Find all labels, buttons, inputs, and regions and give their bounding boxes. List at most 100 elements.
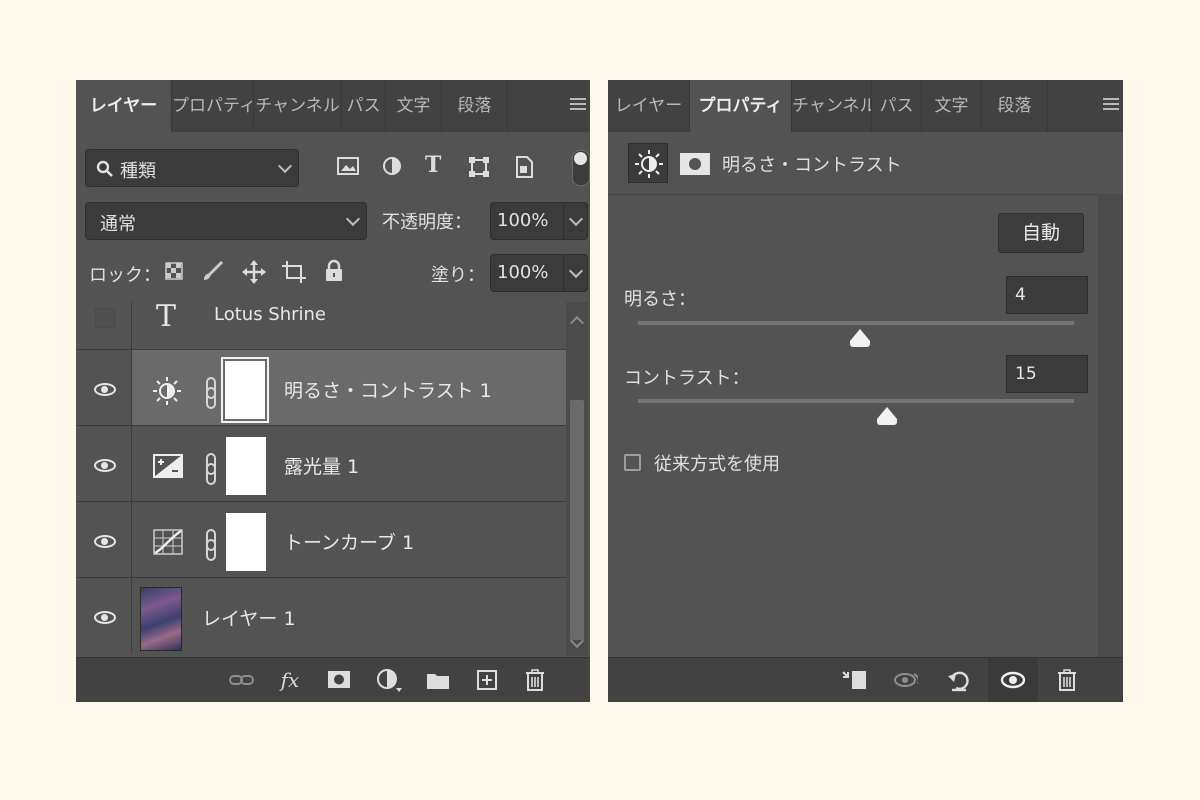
new-layer-icon[interactable] — [474, 668, 500, 692]
tab-character[interactable]: 文字 — [386, 80, 442, 132]
new-group-folder-icon[interactable] — [425, 668, 451, 692]
tab-paths[interactable]: パス — [872, 80, 922, 132]
eye-icon[interactable] — [94, 459, 116, 472]
lock-image-pixels-icon[interactable] — [202, 260, 224, 282]
visibility-toggle-empty[interactable] — [95, 308, 115, 328]
layer-name: 露光量 1 — [284, 456, 360, 478]
contrast-value-field[interactable]: 15 — [1006, 355, 1088, 393]
brightness-slider-thumb[interactable] — [850, 329, 871, 347]
clip-to-layer-icon[interactable] — [840, 668, 866, 692]
toggle-knob — [574, 152, 587, 165]
chevron-down-icon — [568, 263, 584, 279]
scrollbar-thumb[interactable] — [570, 400, 584, 640]
visibility-column — [76, 350, 132, 425]
link-layers-icon[interactable] — [229, 668, 255, 692]
visibility-column — [76, 426, 132, 501]
link-chain-icon-lower — [206, 387, 216, 409]
layer-row-brightness-contrast[interactable]: 明るさ・コントラスト 1 — [76, 350, 566, 426]
layer-row-pixel-layer[interactable]: レイヤー 1 — [76, 578, 566, 654]
exposure-adjustment-icon — [153, 454, 183, 478]
tab-character[interactable]: 文字 — [922, 80, 982, 132]
tab-paths[interactable]: パス — [342, 80, 386, 132]
search-icon — [96, 160, 113, 177]
layers-panel: レイヤー プロパティ チャンネル パス 文字 段落 種類 T 通常 不透明度： … — [76, 80, 590, 702]
lock-transparent-pixels-icon[interactable] — [165, 262, 183, 280]
layer-name: レイヤー 1 — [202, 608, 296, 630]
layer-style-fx-icon[interactable]: fx — [277, 668, 303, 692]
lock-all-icon[interactable] — [324, 259, 344, 283]
type-layer-filter-icon[interactable]: T — [425, 152, 441, 178]
chevron-down-icon — [277, 158, 293, 174]
properties-bottom-toolbar — [608, 657, 1123, 702]
adjustment-type-button[interactable] — [628, 143, 668, 183]
layer-row-curves[interactable]: トーンカーブ 1 — [76, 502, 566, 578]
opacity-field[interactable]: 100% — [490, 202, 588, 240]
trash-icon[interactable] — [1054, 668, 1080, 692]
brightness-adjustment-icon — [153, 377, 181, 405]
layer-image-thumbnail[interactable] — [140, 587, 182, 651]
layer-mask-thumbnail[interactable] — [226, 437, 266, 495]
lock-position-icon[interactable] — [242, 260, 266, 284]
layer-mask-selected-frame — [221, 357, 269, 423]
eye-icon — [1000, 671, 1026, 689]
filter-kind-select[interactable]: 種類 — [85, 149, 299, 187]
view-previous-state-icon[interactable] — [892, 668, 918, 692]
chevron-down-icon — [568, 211, 584, 227]
link-chain-icon-lower — [206, 539, 216, 561]
tab-paragraph[interactable]: 段落 — [982, 80, 1048, 132]
fill-field[interactable]: 100% — [490, 254, 588, 292]
tab-properties[interactable]: プロパティ — [172, 80, 254, 132]
contrast-slider-thumb[interactable] — [876, 407, 897, 425]
properties-tab-bar: レイヤー プロパティ チャンネル パス 文字 段落 — [608, 80, 1123, 132]
brightness-label: 明るさ： — [624, 289, 696, 310]
properties-scrollbar[interactable] — [1098, 194, 1123, 660]
visibility-column — [76, 502, 132, 577]
visibility-toggle-button[interactable] — [988, 658, 1038, 702]
tab-properties[interactable]: プロパティ — [690, 80, 792, 132]
layer-mask-thumbnail[interactable] — [225, 361, 265, 419]
panel-menu-icon[interactable] — [1103, 98, 1119, 112]
smart-object-filter-icon[interactable] — [514, 156, 534, 178]
layer-row-lotus-shrine[interactable]: T Lotus Shrine — [76, 299, 566, 350]
layer-name: 明るさ・コントラスト 1 — [284, 380, 492, 402]
layers-bottom-toolbar: fx — [76, 657, 590, 702]
tab-channels[interactable]: チャンネル — [254, 80, 342, 132]
use-legacy-checkbox[interactable] — [624, 454, 641, 471]
tab-channels[interactable]: チャンネル — [792, 80, 872, 132]
lock-label: ロック： — [89, 265, 161, 286]
new-adjustment-layer-icon[interactable] — [376, 668, 402, 692]
contrast-slider-track[interactable] — [638, 399, 1074, 403]
tab-paragraph[interactable]: 段落 — [442, 80, 508, 132]
mask-toggle-icon[interactable] — [680, 153, 710, 175]
filter-toggle-switch[interactable] — [572, 150, 590, 186]
eye-icon[interactable] — [94, 383, 116, 396]
visibility-column — [76, 302, 132, 349]
eye-icon[interactable] — [94, 611, 116, 624]
eye-icon[interactable] — [94, 535, 116, 548]
visibility-column — [76, 578, 132, 654]
layers-tab-bar: レイヤー プロパティ チャンネル パス 文字 段落 — [76, 80, 590, 132]
tab-layers[interactable]: レイヤー — [608, 80, 690, 132]
fill-label: 塗り： — [431, 265, 485, 286]
layer-name: トーンカーブ 1 — [284, 532, 415, 554]
brightness-slider-track[interactable] — [638, 321, 1074, 325]
opacity-label: 不透明度： — [382, 212, 472, 233]
trash-icon[interactable] — [522, 668, 548, 692]
panel-menu-icon[interactable] — [570, 98, 586, 112]
pixel-layer-filter-icon[interactable] — [337, 157, 359, 175]
brightness-value-field[interactable]: 4 — [1006, 276, 1088, 314]
blend-mode-select[interactable]: 通常 — [85, 202, 367, 240]
auto-button[interactable]: 自動 — [998, 213, 1084, 253]
tab-layers[interactable]: レイヤー — [76, 80, 172, 132]
lock-artboard-icon[interactable] — [282, 260, 306, 284]
properties-panel: レイヤー プロパティ チャンネル パス 文字 段落 明るさ・コントラスト 自動 … — [608, 80, 1123, 702]
layer-row-exposure[interactable]: 露光量 1 — [76, 426, 566, 502]
properties-header: 明るさ・コントラスト — [608, 132, 1123, 195]
layer-mask-thumbnail[interactable] — [226, 513, 266, 571]
shape-layer-filter-icon[interactable] — [468, 156, 490, 178]
curves-adjustment-icon — [153, 529, 183, 555]
filter-kind-label: 種類 — [120, 161, 156, 182]
reset-icon[interactable] — [946, 668, 972, 692]
adjustment-layer-filter-icon[interactable] — [382, 156, 402, 176]
add-mask-icon[interactable] — [326, 668, 352, 692]
